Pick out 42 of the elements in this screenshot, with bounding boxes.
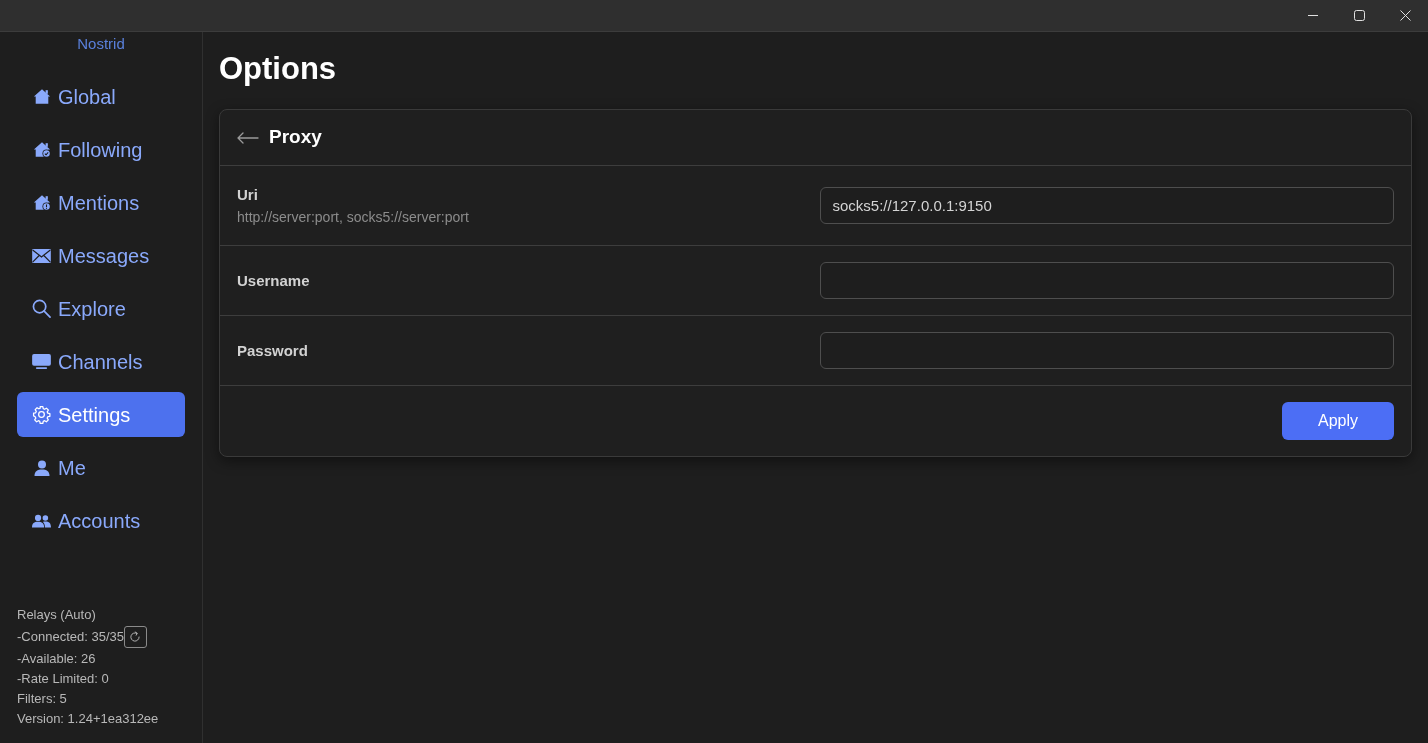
- house-icon: [32, 88, 51, 105]
- status-text: Relays (Auto): [17, 606, 97, 624]
- reload-icon: [129, 631, 142, 643]
- field-description: http://server:port, socks5://server:port: [237, 207, 470, 226]
- text-field[interactable]: socks5://127.0.0.1:9150: [819, 187, 1394, 224]
- card-title: Proxy: [269, 125, 322, 150]
- nav-item[interactable]: Global: [17, 74, 185, 119]
- house-alert-icon: [32, 194, 51, 211]
- house-check-icon: [32, 141, 51, 158]
- minimize-icon: [1308, 15, 1318, 16]
- status-text: Version: 1.24+1ea312ee: [17, 710, 160, 728]
- nav-item[interactable]: Messages: [17, 233, 185, 278]
- close-icon: [1399, 10, 1411, 21]
- monitor-icon: [32, 354, 51, 369]
- status-text: Filters: 5: [17, 690, 68, 708]
- app-name: Nostrid: [77, 35, 125, 53]
- nav-item[interactable]: Following: [17, 127, 185, 172]
- nav-item[interactable]: Me: [17, 445, 185, 490]
- text-field[interactable]: [819, 262, 1394, 299]
- nav-item[interactable]: Channels: [17, 339, 185, 384]
- page-title: Options: [219, 50, 338, 88]
- person-icon: [32, 459, 51, 476]
- settings-icon: [32, 405, 51, 424]
- field-label: Password: [237, 341, 309, 360]
- apply-button[interactable]: Apply: [1282, 402, 1394, 440]
- field-label: Username: [237, 271, 311, 290]
- back-button[interactable]: [237, 131, 259, 144]
- text-field[interactable]: [819, 332, 1394, 369]
- nav-item[interactable]: Accounts: [17, 498, 185, 543]
- envelope-icon: [32, 248, 51, 263]
- field-label: Uri: [237, 185, 259, 204]
- nav-item[interactable]: Mentions: [17, 180, 185, 225]
- back-arrow-icon: [237, 131, 259, 144]
- people-icon: [32, 513, 51, 528]
- maximize-icon: [1353, 10, 1365, 21]
- status-text: -Available: 26: [17, 650, 97, 668]
- status-text: -Connected: 35/35: [17, 628, 124, 646]
- status-text: -Rate Limited: 0: [17, 670, 110, 688]
- nav-item[interactable]: Settings: [17, 392, 185, 437]
- reload-button[interactable]: [123, 626, 147, 648]
- nav-item[interactable]: Explore: [17, 286, 185, 331]
- search-icon: [32, 299, 51, 318]
